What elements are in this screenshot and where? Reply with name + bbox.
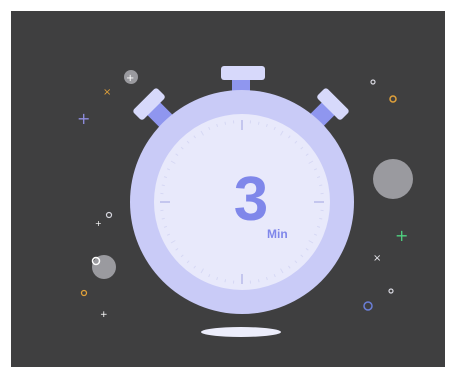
timer-value: 3 <box>233 165 269 234</box>
stopwatch-crown-cap <box>221 66 265 80</box>
sparkle-icon: × <box>373 253 381 264</box>
dial-tick <box>161 217 165 220</box>
stopwatch-shadow <box>201 327 281 337</box>
orb-icon <box>105 211 113 219</box>
orb-icon <box>363 301 373 311</box>
dial-tick <box>257 279 260 283</box>
dial-tick <box>319 217 323 220</box>
sparkle-icon: + <box>100 310 108 320</box>
orb-icon <box>80 289 88 297</box>
sparkle-icon: × <box>103 87 111 98</box>
orb-icon <box>389 95 397 103</box>
dial-tick <box>257 121 260 125</box>
orb-icon <box>370 79 376 85</box>
orb-icon <box>388 288 394 294</box>
sparkle-icon: + <box>77 109 90 128</box>
dial-tick <box>161 184 165 187</box>
orb-icon <box>92 255 116 279</box>
timer-unit-label: Min <box>267 227 288 241</box>
sparkle-icon: + <box>395 226 408 245</box>
illustration-frame: + × + + × + + 3 Min <box>11 11 445 367</box>
dial-tick <box>224 121 227 125</box>
sparkle-icon: + <box>126 73 134 84</box>
sparkle-icon: + <box>95 219 102 228</box>
dial-tick <box>224 279 227 283</box>
orb-icon <box>373 159 413 199</box>
dial-tick <box>319 184 323 187</box>
